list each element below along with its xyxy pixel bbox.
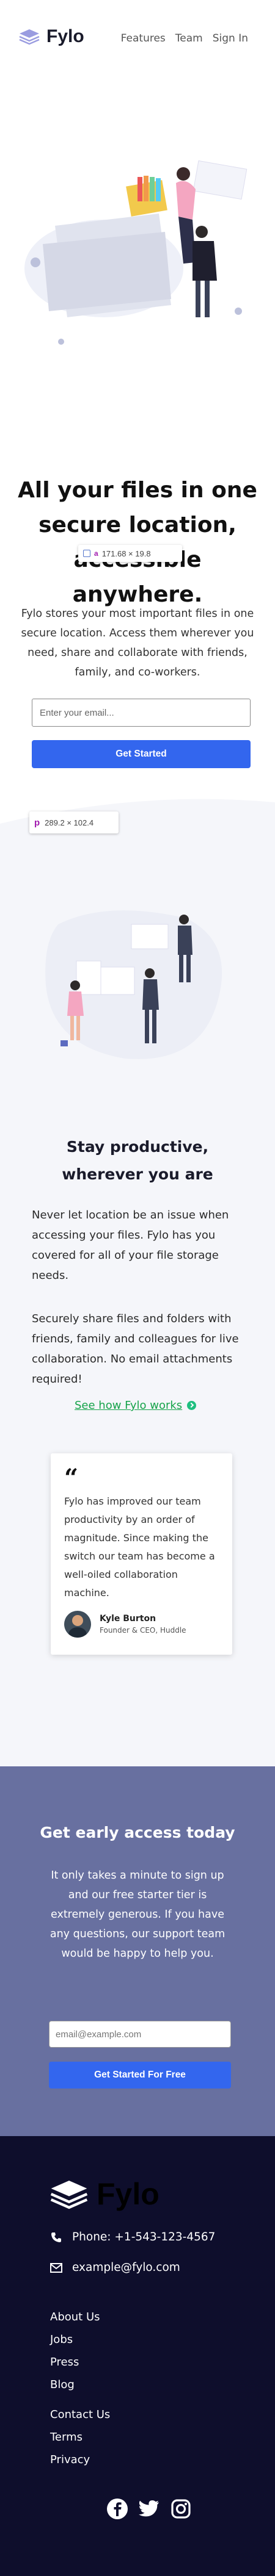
see-how-link[interactable]: See how Fylo works (75, 1399, 197, 1412)
measure-label-2: 289.2 × 102.4 (45, 818, 94, 827)
nav-link-team[interactable]: Team (175, 32, 203, 45)
instagram-icon[interactable] (169, 2497, 193, 2520)
twitter-icon[interactable] (138, 2497, 161, 2520)
testimonial-author: Kyle Burton Founder & CEO, Huddle (64, 1611, 186, 1638)
hero-description: Fylo stores your most important files in… (21, 608, 254, 678)
fylo-logo-icon (50, 2181, 88, 2209)
testimonial-card: “ Fylo has improved our team productivit… (51, 1453, 232, 1655)
main-nav: Features Team Sign In (121, 32, 248, 45)
footer-link-press[interactable]: Press (50, 2351, 100, 2373)
testimonial-quote: Fylo has improved our team productivity … (64, 1495, 215, 1599)
footer-phone: Phone: +1-543-123-4567 (50, 2231, 215, 2243)
brand-name: Fylo (46, 26, 84, 46)
productive-section: p 289.2 × 102.4 Stay productive, whereve… (0, 796, 275, 1766)
get-started-free-button[interactable]: Get Started For Free (49, 2062, 231, 2089)
brand-logo[interactable]: Fylo (18, 26, 84, 47)
productive-paragraph-2: Securely share files and folders with fr… (32, 1312, 239, 1386)
avatar (64, 1611, 91, 1638)
footer-phone-text: Phone: +1-543-123-4567 (72, 2231, 216, 2243)
fylo-logo-icon (19, 29, 40, 45)
footer-link-contact-us[interactable]: Contact Us (50, 2403, 110, 2426)
anchor-icon: a (94, 549, 98, 558)
hero-section: All your files in one secure location, a… (0, 73, 275, 796)
box-icon (83, 550, 90, 557)
phone-icon (51, 2232, 61, 2242)
footer-link-terms[interactable]: Terms (50, 2426, 110, 2448)
footer-email-text[interactable]: example@fylo.com (72, 2261, 180, 2274)
paragraph-icon: p (34, 817, 40, 828)
hero-illustration (24, 160, 248, 345)
arrow-icon (187, 1401, 197, 1410)
facebook-icon[interactable] (106, 2497, 129, 2520)
measure-tooltip: a 171.68 × 19.8 (78, 545, 182, 562)
author-role: Founder & CEO, Huddle (100, 1626, 186, 1635)
early-access-description: It only takes a minute to sign up and ou… (50, 1869, 226, 1960)
site-header: Fylo Features Team Sign In (0, 0, 275, 73)
measure-tooltip-2: p 289.2 × 102.4 (29, 811, 119, 833)
nav-link-sign-in[interactable]: Sign In (213, 32, 248, 45)
nav-link-features[interactable]: Features (121, 32, 166, 45)
site-footer: Fylo Phone: +1-543-123-4567 example@fylo… (0, 2136, 275, 2576)
author-name: Kyle Burton (100, 1614, 156, 1624)
productive-title: Stay productive, wherever you are (62, 1138, 213, 1183)
hero-title: All your files in one secure location, a… (18, 478, 257, 607)
footer-link-jobs[interactable]: Jobs (50, 2328, 100, 2351)
footer-link-about-us[interactable]: About Us (50, 2306, 100, 2328)
page: Fylo Features Team Sign In All your file… (0, 0, 275, 2576)
early-access-section: Get early access today It only takes a m… (0, 1766, 275, 2136)
get-started-button[interactable]: Get Started (32, 740, 251, 768)
hero-email-input[interactable] (32, 699, 251, 727)
footer-email: example@fylo.com (50, 2261, 180, 2274)
measure-label: 171.68 × 19.8 (101, 549, 151, 558)
productive-illustration (45, 910, 222, 1059)
productive-paragraph-1: Never let location be an issue when acce… (32, 1209, 229, 1282)
mail-icon (50, 2262, 62, 2273)
quote-icon: “ (64, 1464, 79, 1492)
footer-brand[interactable]: Fylo (49, 2176, 160, 2212)
footer-link-blog[interactable]: Blog (50, 2373, 100, 2396)
footer-links-2: Contact Us Terms Privacy (50, 2403, 110, 2471)
footer-brand-name: Fylo (97, 2177, 160, 2211)
see-how-link-label: See how Fylo works (75, 1399, 183, 1412)
early-access-title: Get early access today (40, 1824, 235, 1841)
early-access-email-input[interactable] (49, 2021, 231, 2048)
footer-links-1: About Us Jobs Press Blog (50, 2306, 100, 2396)
footer-link-privacy[interactable]: Privacy (50, 2448, 110, 2471)
social-links (106, 2497, 193, 2520)
